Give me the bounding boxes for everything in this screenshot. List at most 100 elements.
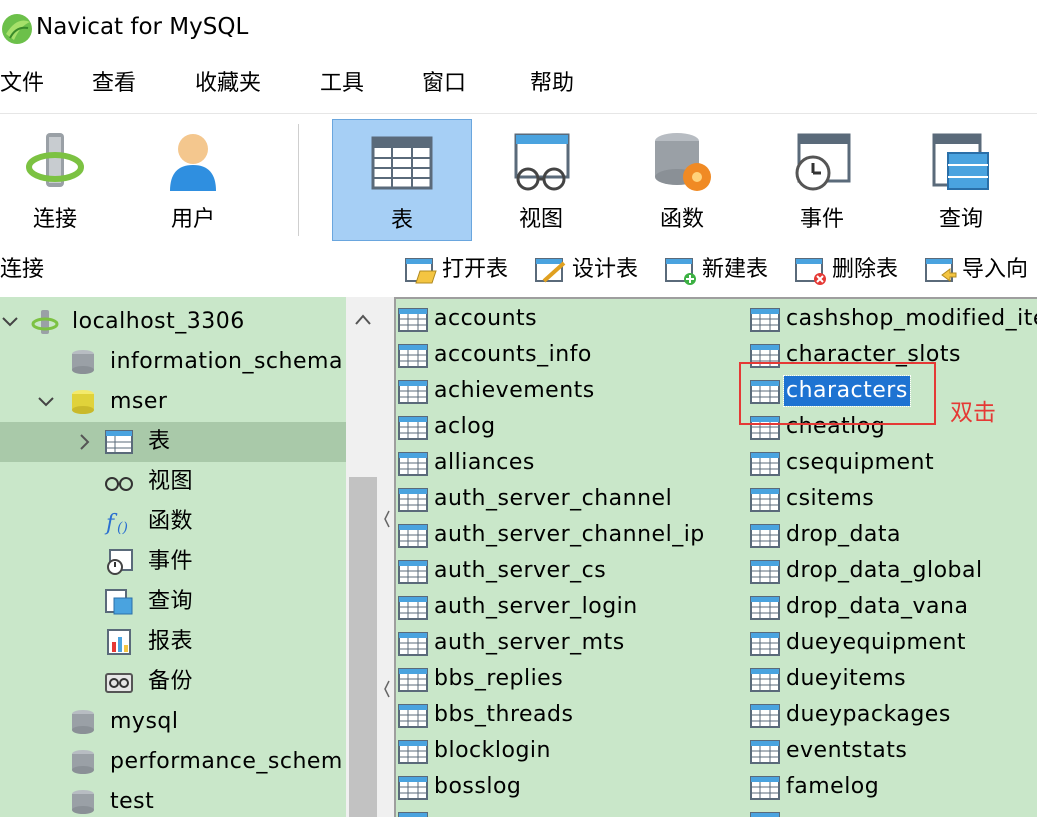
- tree-scrollbar[interactable]: [346, 297, 380, 817]
- table-list: accounts accounts_info achievements aclog al…: [394, 297, 1037, 817]
- tree-item-information-schema[interactable]: information_schema: [0, 342, 346, 382]
- menu-tools[interactable]: 工具: [320, 69, 364, 99]
- tree-item-reports[interactable]: 报表: [0, 622, 346, 662]
- table-name: accounts_info: [434, 342, 592, 367]
- table-icon: [398, 380, 428, 404]
- table-icon: [398, 560, 428, 584]
- query-button[interactable]: 查询: [925, 119, 997, 239]
- import-wizard-label: 导入向: [962, 257, 1029, 282]
- open-table-icon: [405, 258, 437, 284]
- view-button[interactable]: 视图: [505, 119, 577, 239]
- tree-item-backups[interactable]: 备份: [0, 662, 346, 702]
- node-label: 表: [148, 429, 171, 454]
- connection-icon: [31, 310, 59, 334]
- table-name: drop_data: [786, 522, 902, 547]
- user-label: 用户: [170, 207, 215, 232]
- svg-text:(): (): [117, 520, 128, 536]
- table-icon: [750, 740, 780, 764]
- table-icon: [750, 524, 780, 548]
- table-icon: [398, 344, 428, 368]
- navicat-window: Navicat for MySQL 文件 查看 收藏夹 工具 窗口 帮助 连接 …: [0, 0, 1037, 817]
- object-toolbar: 连接 打开表 设计表 新建表 删除表 导入向: [0, 241, 1037, 297]
- table-name: csitems: [786, 486, 875, 511]
- chevron-left-icon[interactable]: [384, 677, 390, 701]
- window-title: Navicat for MySQL: [36, 14, 249, 40]
- connect-label: 连接: [32, 207, 77, 232]
- glasses-icon: [105, 477, 133, 491]
- table-name: auth_server_mts: [434, 630, 625, 655]
- connection-icon: [26, 133, 84, 187]
- connection-pane-title: 连接: [0, 257, 45, 282]
- tree-item-events[interactable]: 事件: [0, 542, 346, 582]
- database-open-icon: [72, 390, 94, 414]
- table-name: dueyitems: [786, 666, 907, 691]
- menu-favorites[interactable]: 收藏夹: [195, 69, 261, 99]
- import-wizard-icon: [925, 258, 957, 282]
- delete-table-icon: [795, 258, 826, 285]
- table-icon: [750, 308, 780, 332]
- table-icon: [750, 776, 780, 800]
- table-icon: [398, 308, 428, 332]
- pane-splitter[interactable]: [380, 297, 394, 817]
- new-table-icon: [665, 258, 696, 285]
- function-icon: f (): [104, 511, 128, 536]
- title-bar: Navicat for MySQL: [0, 0, 1037, 56]
- table-icon: [750, 704, 780, 728]
- menu-window[interactable]: 窗口: [422, 69, 466, 99]
- table-icon: [750, 668, 780, 692]
- design-table-icon: [535, 258, 566, 283]
- database-name: mysql: [110, 709, 179, 734]
- tree-item-test[interactable]: test: [0, 782, 346, 817]
- table-name: dueypackages: [786, 702, 951, 727]
- node-label: 视图: [148, 469, 194, 494]
- tree-item-queries[interactable]: 查询: [0, 582, 346, 622]
- table-icon: [750, 632, 780, 656]
- table-icon: [398, 416, 428, 440]
- tree-item-functions[interactable]: f () 函数: [0, 502, 346, 542]
- table-icon: [750, 488, 780, 512]
- table-icon: [398, 740, 428, 764]
- chevron-down-icon[interactable]: [0, 312, 20, 332]
- tree-item-performance-schema[interactable]: performance_schem: [0, 742, 346, 782]
- chevron-right-icon[interactable]: [74, 432, 94, 452]
- table-label: 表: [390, 208, 413, 233]
- user-button[interactable]: 用户: [152, 119, 234, 239]
- table-name: achievements: [434, 378, 595, 403]
- connection-tree: localhost_3306 information_schema mser 表…: [0, 297, 346, 817]
- scrollbar-thumb[interactable]: [349, 477, 377, 817]
- table-name: auth_server_channel: [434, 486, 673, 511]
- table-icon: [398, 776, 428, 800]
- event-icon: [795, 133, 851, 191]
- delete-table-label: 删除表: [832, 257, 899, 282]
- event-button[interactable]: 事件: [786, 119, 858, 239]
- chevron-down-icon[interactable]: [36, 392, 56, 412]
- chevron-left-icon[interactable]: [384, 507, 390, 531]
- function-button[interactable]: 函数: [646, 119, 718, 239]
- connect-button[interactable]: 连接: [14, 119, 96, 239]
- tree-item-tables[interactable]: 表: [0, 422, 346, 462]
- table-button[interactable]: 表: [332, 119, 472, 241]
- toolbar-separator: [298, 124, 299, 236]
- annotation-text: 双击: [950, 400, 996, 426]
- user-icon: [170, 134, 216, 191]
- event-icon: [107, 549, 133, 575]
- node-label: 函数: [148, 509, 194, 534]
- table-name: bbs_threads: [434, 702, 574, 727]
- tree-item-mser[interactable]: mser: [0, 382, 346, 422]
- tree-item-mysql[interactable]: mysql: [0, 702, 346, 742]
- menu-help[interactable]: 帮助: [530, 69, 574, 99]
- menu-bar: 文件 查看 收藏夹 工具 窗口 帮助: [0, 57, 1037, 113]
- tree-item-localhost[interactable]: localhost_3306: [0, 302, 346, 342]
- tree-item-views[interactable]: 视图: [0, 462, 346, 502]
- database-name: test: [110, 789, 155, 814]
- table-name: csequipment: [786, 450, 935, 475]
- database-icon: [72, 790, 94, 814]
- node-label: 事件: [148, 549, 194, 574]
- menu-view[interactable]: 查看: [92, 69, 136, 99]
- table-name: eventstats: [786, 738, 908, 763]
- table-name: famelog: [786, 774, 880, 799]
- table-name: drop_data_vana: [786, 594, 969, 619]
- query-icon: [932, 133, 989, 190]
- chevron-up-icon[interactable]: [346, 297, 380, 341]
- menu-file[interactable]: 文件: [0, 69, 44, 99]
